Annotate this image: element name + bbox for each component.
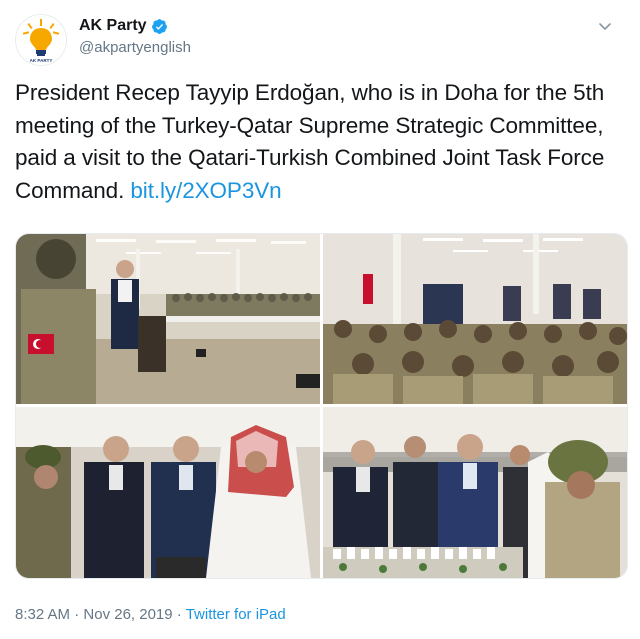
avatar[interactable]: AK PARTY bbox=[15, 14, 67, 66]
photo-podium-speech[interactable] bbox=[16, 234, 320, 404]
tweet-link[interactable]: bit.ly/2XOP3Vn bbox=[130, 178, 281, 203]
photo-troops-audience[interactable] bbox=[323, 234, 627, 404]
meta-separator-2: · bbox=[172, 606, 186, 623]
photo-model-viewing[interactable] bbox=[323, 407, 627, 578]
handle[interactable]: @akpartyenglish bbox=[79, 39, 191, 56]
display-name[interactable]: AK Party bbox=[79, 17, 147, 35]
photo-ceremony-button[interactable] bbox=[16, 407, 320, 578]
svg-text:AK PARTY: AK PARTY bbox=[30, 58, 53, 63]
media-grid bbox=[15, 233, 628, 579]
meta-separator: · bbox=[70, 606, 84, 623]
tweet-text: President Recep Tayyip Erdoğan, who is i… bbox=[15, 77, 627, 207]
tweet-date[interactable]: Nov 26, 2019 bbox=[83, 606, 172, 623]
ak-party-logo-icon: AK PARTY bbox=[16, 15, 66, 65]
chevron-down-icon[interactable] bbox=[597, 18, 613, 34]
tweet-source[interactable]: Twitter for iPad bbox=[186, 606, 286, 623]
verified-badge-icon bbox=[151, 18, 167, 34]
tweet-time[interactable]: 8:32 AM bbox=[15, 606, 70, 623]
tweet-meta: 8:32 AM · Nov 26, 2019 · Twitter for iPa… bbox=[15, 606, 286, 623]
tweet-body: President Recep Tayyip Erdoğan, who is i… bbox=[15, 80, 605, 203]
author-name-row: AK Party bbox=[79, 17, 168, 35]
tweet-card: AK PARTY AK Party @akpartyenglish Presid… bbox=[0, 0, 640, 639]
